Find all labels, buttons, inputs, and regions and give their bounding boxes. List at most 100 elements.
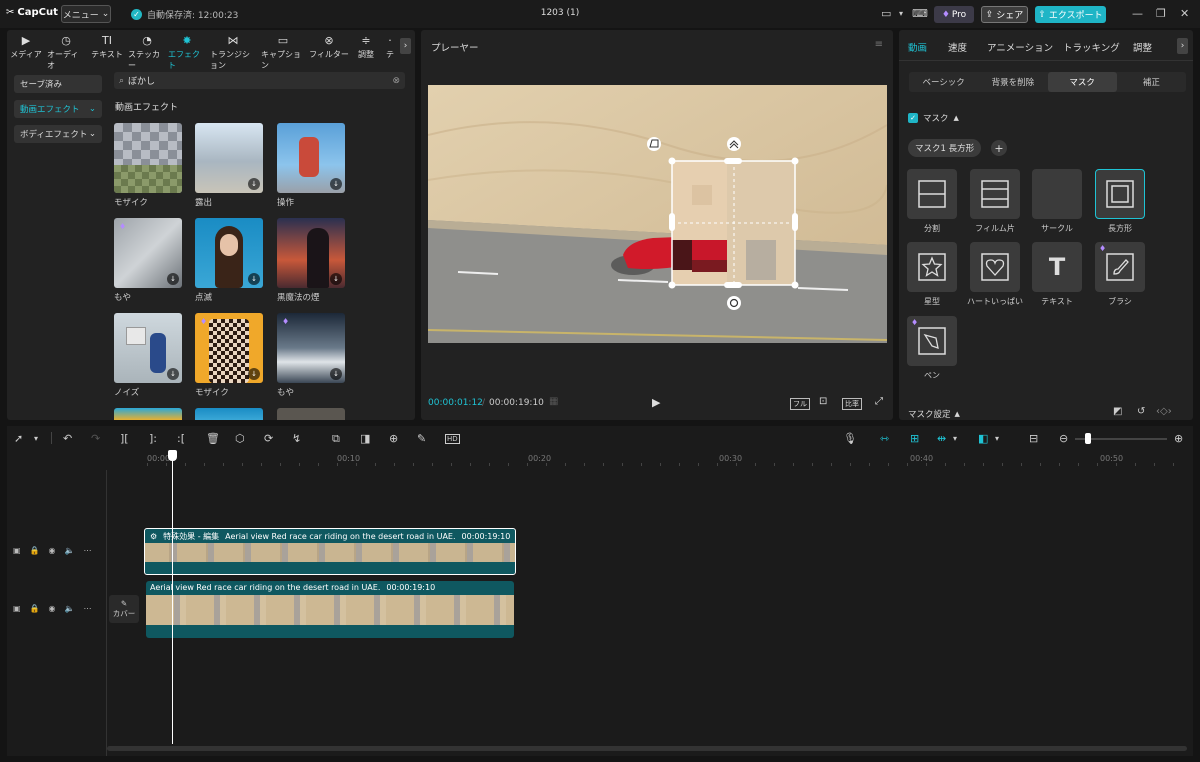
subtab-remove-bg[interactable]: 背景を削除 xyxy=(978,72,1047,92)
effect-item[interactable]: ♦ ↓ もや xyxy=(114,218,182,303)
caption-icon[interactable]: ⊟ xyxy=(1029,432,1038,445)
select-tool-icon[interactable]: ➚ xyxy=(14,432,23,445)
chevron-down-icon[interactable]: ▾ xyxy=(995,434,999,443)
download-icon[interactable]: ↓ xyxy=(248,368,260,380)
crop-icon[interactable]: ⟳ xyxy=(264,432,273,445)
chevron-down-icon[interactable]: ▾ xyxy=(953,434,957,443)
more-icon[interactable]: ⋯ xyxy=(83,604,91,613)
download-icon[interactable]: ↓ xyxy=(248,178,260,190)
layout-icon[interactable]: ▭ xyxy=(881,7,891,20)
tab-caption[interactable]: ▭ キャプション xyxy=(261,34,305,70)
sidebar-video-effects[interactable]: 動画エフェクト ⌄ xyxy=(14,100,102,118)
tab-audio[interactable]: ◷ オーディオ xyxy=(47,34,85,70)
magic-icon[interactable]: ✎ xyxy=(417,432,426,445)
zoom-in-icon[interactable]: ⊕ xyxy=(1174,432,1183,445)
effect-item[interactable]: ↓ ノイズ xyxy=(114,313,182,398)
fullscreen-quality-button[interactable]: フル xyxy=(790,398,810,410)
play-icon[interactable]: ▶ xyxy=(652,396,660,409)
split-right-icon[interactable]: :[ xyxy=(177,432,185,445)
mirror-icon[interactable]: ◨ xyxy=(360,432,370,445)
magnet-icon[interactable]: ⇿ xyxy=(880,432,889,445)
mask-pen[interactable]: ♦ ペン xyxy=(907,316,957,381)
effect-item[interactable]: ♦ ↓ モザイク xyxy=(195,313,263,398)
pro-button[interactable]: ♦ Pro xyxy=(934,6,974,23)
delete-icon[interactable]: 🗑 xyxy=(206,432,220,445)
ratio-button[interactable]: 比率 xyxy=(842,398,862,410)
tab-transition[interactable]: ⋈ トランジション xyxy=(210,34,256,70)
checkbox-icon[interactable]: ✓ xyxy=(908,113,918,123)
audio-icon[interactable]: 🔈 xyxy=(65,546,75,555)
reset-icon[interactable]: ↺ xyxy=(1137,406,1145,417)
audio-icon[interactable]: 🔈 xyxy=(65,604,75,613)
tab-filter[interactable]: ⊗ フィルター xyxy=(307,34,351,62)
effect-item[interactable]: ↓ 露出 xyxy=(195,123,263,208)
eye-icon[interactable]: ◉ xyxy=(49,546,56,555)
split-left-icon[interactable]: ]: xyxy=(149,432,157,445)
subtab-correction[interactable]: 補正 xyxy=(1117,72,1186,92)
snap-icon[interactable]: ◧ xyxy=(978,432,988,445)
invert-icon[interactable]: ◩ xyxy=(1113,406,1122,417)
zoom-out-icon[interactable]: ⊖ xyxy=(1059,432,1068,445)
tab-effects[interactable]: ✸ エフェクト xyxy=(168,34,206,70)
tab-tracking[interactable]: トラッキング xyxy=(1063,40,1120,54)
sidebar-saved[interactable]: セーブ済み xyxy=(14,75,102,93)
effect-item[interactable]: モザイク xyxy=(114,123,182,208)
effect-item[interactable]: ↓ 黒魔法の煙 xyxy=(277,218,345,303)
tab-adjust[interactable]: 調整 xyxy=(1133,40,1152,54)
main-video-clip[interactable]: Aerial view Red race car riding on the d… xyxy=(146,581,514,638)
lock-icon[interactable]: 🔒 xyxy=(30,604,40,613)
close-icon[interactable]: ✕ xyxy=(1180,7,1189,20)
chevron-down-icon[interactable]: ▾ xyxy=(34,434,38,443)
shortcut-icon[interactable]: ⌨ xyxy=(912,7,928,20)
effect-clip[interactable]: ⚙ 特殊効果 - 編集 Aerial view Red race car rid… xyxy=(144,528,516,575)
subtab-basic[interactable]: ベーシック xyxy=(909,72,978,92)
tab-text[interactable]: TI テキスト xyxy=(88,34,126,62)
keyframe-icon[interactable]: ‹◇› xyxy=(1156,406,1172,417)
effect-thumbnail-partial[interactable] xyxy=(114,408,182,420)
menu-button[interactable]: メニュー ⌄ xyxy=(61,5,111,23)
scroll-tabs-right-icon[interactable]: › xyxy=(400,38,411,54)
maximize-icon[interactable]: ❐ xyxy=(1156,7,1166,20)
lock-icon[interactable]: 🔒 xyxy=(30,546,40,555)
grid-icon[interactable]: ▦ xyxy=(549,396,558,407)
subtab-mask[interactable]: マスク xyxy=(1047,72,1117,92)
speed-curve-icon[interactable]: ↯ xyxy=(292,432,301,445)
tab-animation[interactable]: アニメーション xyxy=(987,40,1053,54)
clear-icon[interactable]: ⊗ xyxy=(392,76,400,86)
mask-split[interactable]: 分割 xyxy=(907,169,957,234)
export-button[interactable]: ⇧ エクスポート xyxy=(1035,6,1106,23)
share-button[interactable]: ⇪ シェア xyxy=(981,6,1028,23)
mask-star[interactable]: 星型 xyxy=(907,242,957,307)
sidebar-body-effects[interactable]: ボディエフェクト ⌄ xyxy=(14,125,102,143)
effect-thumbnail-partial[interactable] xyxy=(277,408,345,420)
scroll-tabs-right-icon[interactable]: › xyxy=(1177,38,1188,54)
undo-icon[interactable]: ↶ xyxy=(63,432,72,445)
more-icon[interactable]: ⋯ xyxy=(83,546,91,555)
download-icon[interactable]: ↓ xyxy=(330,368,342,380)
menu-icon[interactable]: ≡ xyxy=(875,39,883,50)
mask-toggle[interactable]: ✓ マスク ▲ xyxy=(908,112,959,124)
mask-heart[interactable]: ハートいっぱい xyxy=(960,242,1030,307)
layout-chevron-icon[interactable]: ▾ xyxy=(899,9,903,18)
tab-media[interactable]: ▶ メディア xyxy=(7,34,45,62)
tab-template[interactable]: · テ xyxy=(383,34,397,62)
effect-item[interactable]: ♦ ↓ もや xyxy=(277,313,345,398)
mask-circle[interactable]: サークル xyxy=(1032,169,1082,234)
expand-icon[interactable]: ⤢ xyxy=(875,396,883,407)
mask-rectangle[interactable]: 長方形 xyxy=(1095,169,1145,234)
download-icon[interactable]: ↓ xyxy=(167,273,179,285)
linkage-icon[interactable]: ⊞ xyxy=(910,432,919,445)
tab-sticker[interactable]: ◔ ステッカー xyxy=(128,34,166,70)
tab-adjust[interactable]: ≑ 調整 xyxy=(349,34,383,62)
freeze-icon[interactable]: ⧉ xyxy=(332,432,340,446)
tab-video[interactable]: 動画 xyxy=(908,40,927,54)
mask-brush[interactable]: ♦ ブラシ xyxy=(1095,242,1145,307)
microphone-icon[interactable]: 🎙 xyxy=(843,432,857,445)
mask-settings-header[interactable]: マスク設定 ▲ xyxy=(908,408,960,420)
search-input[interactable]: ⌕ ぼかし ⊗ xyxy=(114,72,405,89)
effect-item[interactable]: ↓ 点滅 xyxy=(195,218,263,303)
effect-thumbnail-partial[interactable] xyxy=(195,408,263,420)
redo-icon[interactable]: ↷ xyxy=(91,432,100,445)
split-icon[interactable]: ][ xyxy=(120,432,129,445)
playhead-handle[interactable] xyxy=(168,450,177,461)
